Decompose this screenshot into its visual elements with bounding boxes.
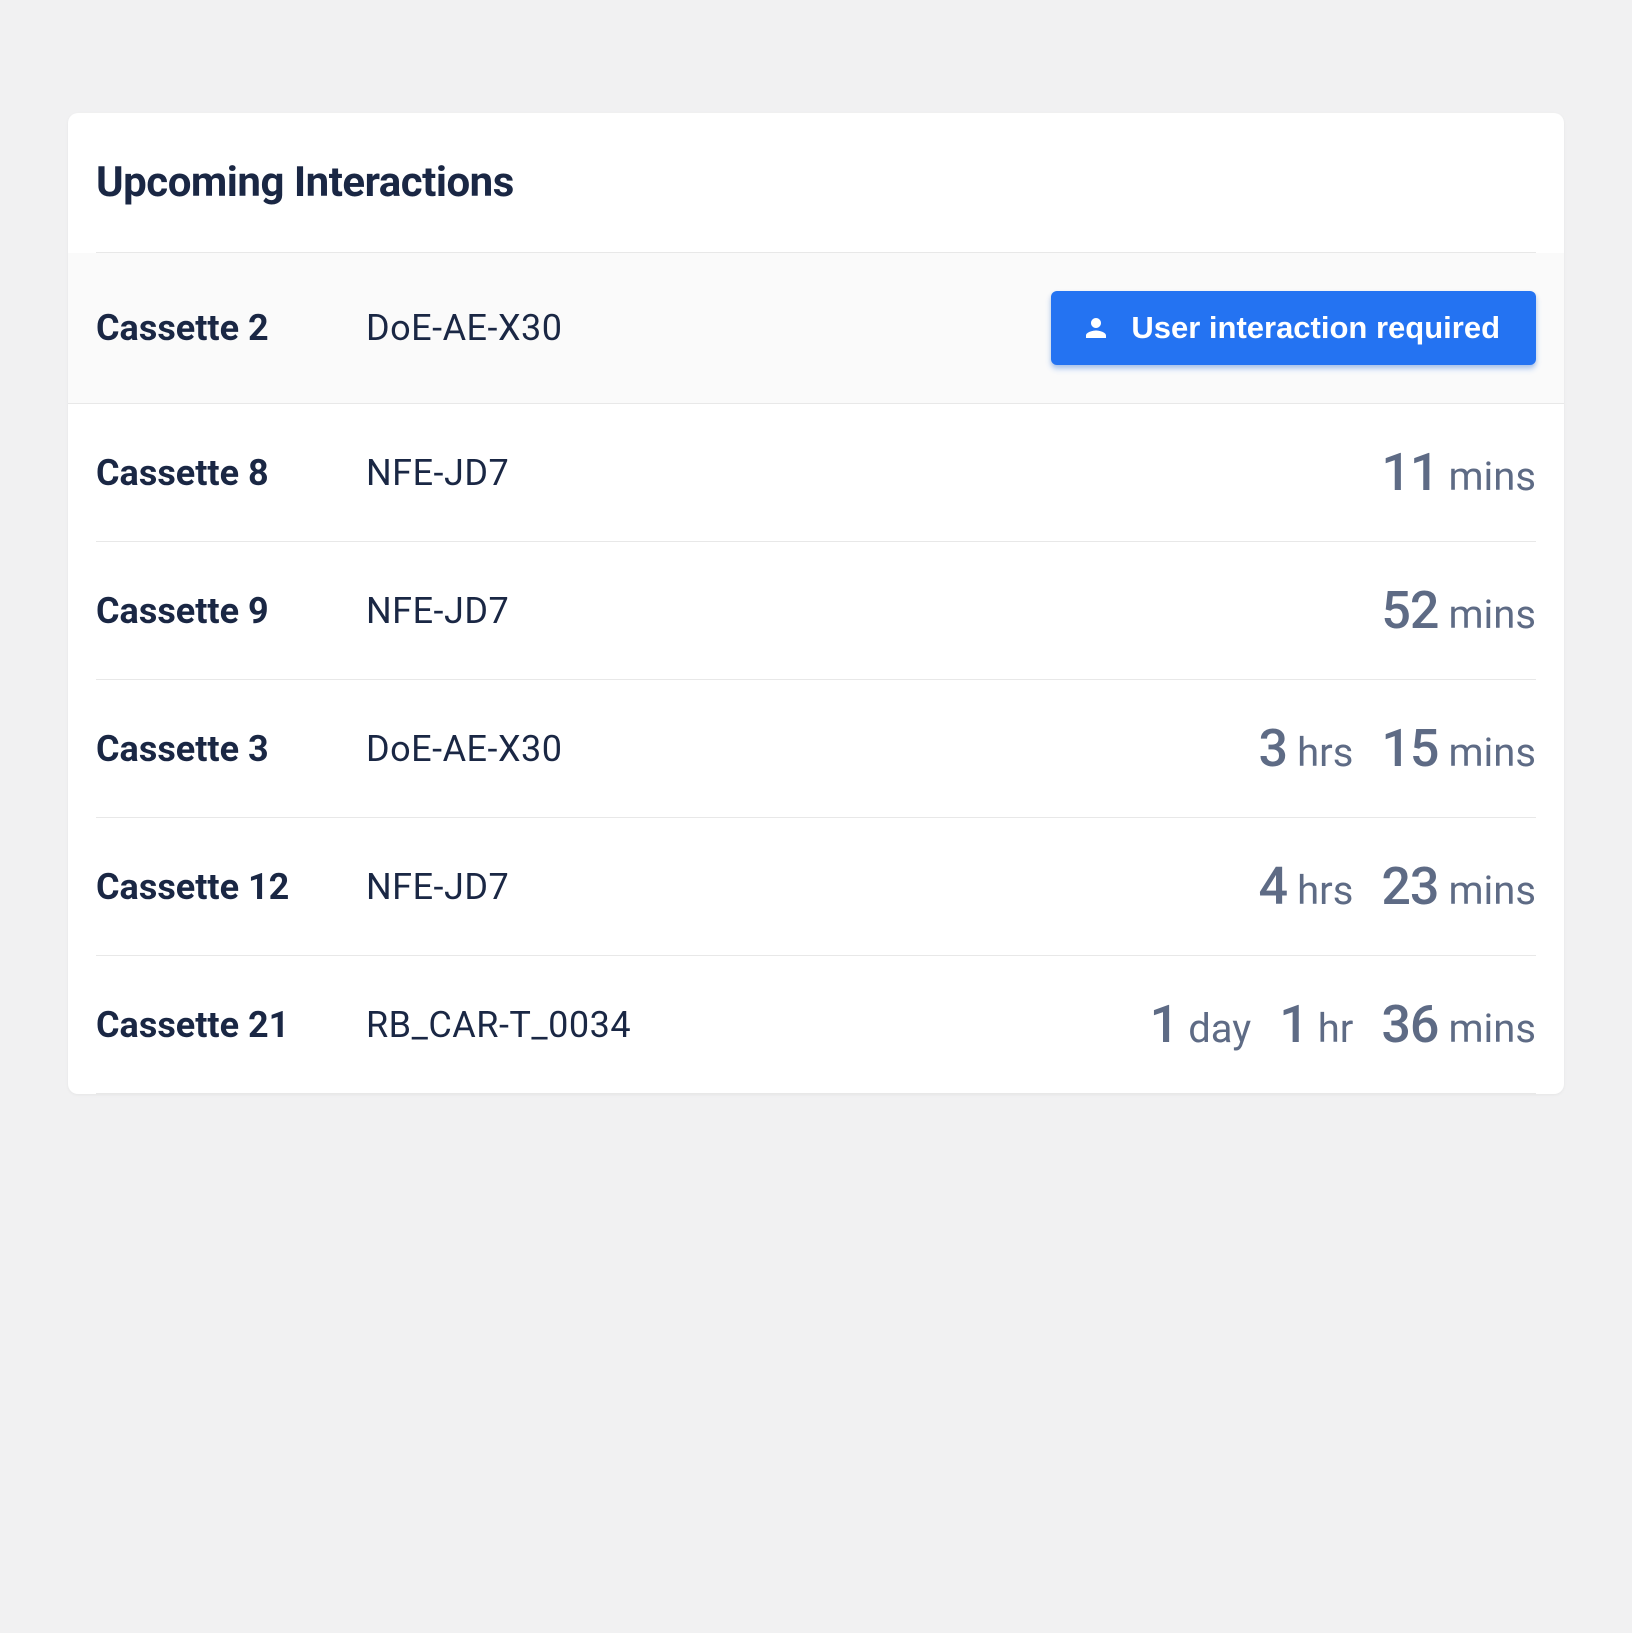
code-column: DoE-AE-X30 xyxy=(366,307,1051,349)
time-value: 15 xyxy=(1381,718,1438,779)
time-unit: hrs xyxy=(1297,867,1353,914)
time-column: 52 mins xyxy=(1381,580,1536,641)
time-unit: mins xyxy=(1448,453,1536,500)
cassette-column: Cassette 9 xyxy=(96,590,366,632)
time-value: 23 xyxy=(1381,856,1438,917)
list-item: Cassette 21 RB_CAR-T_0034 1 day 1 hr 36 … xyxy=(96,956,1536,1094)
list-item: Cassette 2 DoE-AE-X30 User interaction r… xyxy=(68,253,1564,404)
time-value: 36 xyxy=(1381,994,1438,1055)
cassette-label: Cassette 12 xyxy=(96,866,289,908)
card-header: Upcoming Interactions xyxy=(68,113,1564,252)
time-unit: hrs xyxy=(1297,729,1353,776)
time-column: 1 day 1 hr 36 mins xyxy=(1150,994,1536,1055)
cassette-column: Cassette 8 xyxy=(96,452,366,494)
time-value: 4 xyxy=(1259,856,1288,917)
time-column: 3 hrs 15 mins xyxy=(1259,718,1536,779)
time-column: 4 hrs 23 mins xyxy=(1259,856,1536,917)
list-item: Cassette 9 NFE-JD7 52 mins xyxy=(96,542,1536,680)
time-unit: day xyxy=(1188,1005,1251,1052)
list-item: Cassette 12 NFE-JD7 4 hrs 23 mins xyxy=(96,818,1536,956)
time-unit: hr xyxy=(1318,1005,1354,1052)
card-title: Upcoming Interactions xyxy=(96,158,1536,207)
time-unit: mins xyxy=(1448,1005,1536,1052)
user-interaction-button[interactable]: User interaction required xyxy=(1051,291,1536,365)
code-label: RB_CAR-T_0034 xyxy=(366,1004,631,1046)
code-column: NFE-JD7 xyxy=(366,452,1381,494)
code-label: NFE-JD7 xyxy=(366,866,509,908)
cassette-label: Cassette 9 xyxy=(96,590,269,632)
interactions-list: Cassette 2 DoE-AE-X30 User interaction r… xyxy=(96,253,1536,1094)
cassette-label: Cassette 21 xyxy=(96,1004,289,1046)
code-column: RB_CAR-T_0034 xyxy=(366,1004,1150,1046)
code-label: DoE-AE-X30 xyxy=(366,728,563,770)
time-value: 1 xyxy=(1279,994,1308,1055)
code-label: NFE-JD7 xyxy=(366,590,509,632)
time-unit: mins xyxy=(1448,591,1536,638)
code-label: NFE-JD7 xyxy=(366,452,509,494)
time-value: 52 xyxy=(1381,580,1438,641)
time-value: 11 xyxy=(1381,442,1438,503)
list-item: Cassette 3 DoE-AE-X30 3 hrs 15 mins xyxy=(96,680,1536,818)
cassette-label: Cassette 2 xyxy=(96,307,269,349)
upcoming-interactions-card: Upcoming Interactions Cassette 2 DoE-AE-… xyxy=(68,113,1564,1094)
cassette-column: Cassette 3 xyxy=(96,728,366,770)
action-button-label: User interaction required xyxy=(1131,310,1500,346)
cassette-column: Cassette 12 xyxy=(96,866,366,908)
time-unit: mins xyxy=(1448,729,1536,776)
code-column: NFE-JD7 xyxy=(366,590,1381,632)
cassette-column: Cassette 21 xyxy=(96,1004,366,1046)
time-column: 11 mins xyxy=(1381,442,1536,503)
cassette-column: Cassette 2 xyxy=(96,307,366,349)
cassette-label: Cassette 3 xyxy=(96,728,269,770)
list-item: Cassette 8 NFE-JD7 11 mins xyxy=(96,404,1536,542)
code-column: NFE-JD7 xyxy=(366,866,1259,908)
cassette-label: Cassette 8 xyxy=(96,452,269,494)
time-value: 3 xyxy=(1259,718,1288,779)
code-column: DoE-AE-X30 xyxy=(366,728,1259,770)
code-label: DoE-AE-X30 xyxy=(366,307,563,349)
time-unit: mins xyxy=(1448,867,1536,914)
person-icon xyxy=(1081,313,1111,343)
time-value: 1 xyxy=(1150,994,1179,1055)
